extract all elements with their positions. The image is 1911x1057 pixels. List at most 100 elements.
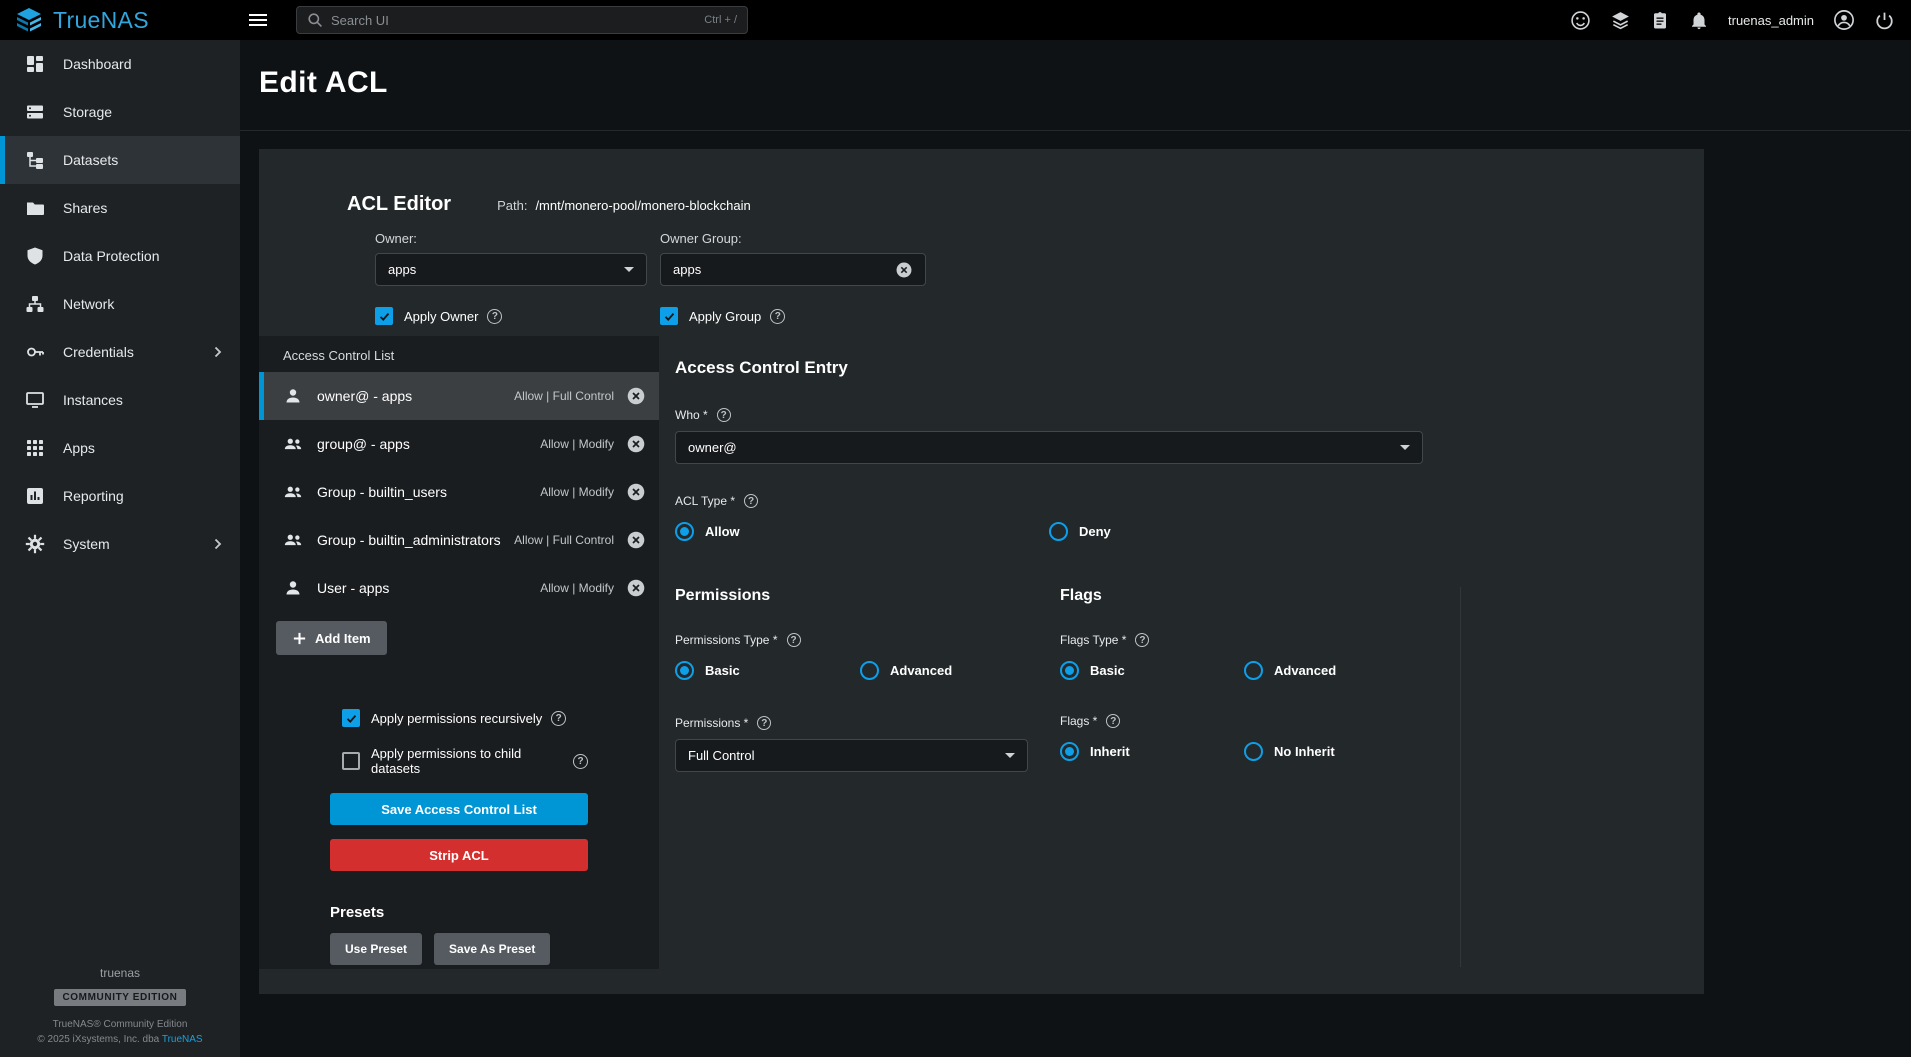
radio-unselected-icon (1244, 742, 1263, 761)
apply-group-checkbox[interactable]: Apply Group (660, 307, 926, 325)
permissions-type-label: Permissions Type * (675, 633, 1060, 647)
apply-recursively-checkbox[interactable]: Apply permissions recursively (342, 709, 588, 727)
truecommand-button[interactable] (1610, 10, 1631, 31)
sidebar-item-system[interactable]: System (0, 520, 240, 568)
help-icon[interactable] (551, 711, 566, 726)
dropdown-caret-icon (1400, 445, 1410, 450)
chevron-right-icon (214, 538, 222, 550)
group-icon (283, 434, 303, 454)
acl-type-radio-group: Allow Deny (675, 522, 1704, 541)
add-item-button[interactable]: Add Item (276, 621, 387, 655)
owner-select[interactable]: apps (375, 253, 647, 286)
menu-toggle-button[interactable] (248, 10, 268, 30)
sidebar-item-storage[interactable]: Storage (0, 88, 240, 136)
save-as-preset-button[interactable]: Save As Preset (434, 933, 550, 965)
path-label: Path: (497, 198, 527, 213)
sidebar-item-dashboard[interactable]: Dashboard (0, 40, 240, 88)
sidebar-item-label: Credentials (63, 344, 134, 360)
help-icon[interactable] (717, 408, 731, 422)
sidebar-item-credentials[interactable]: Credentials (0, 328, 240, 376)
search-icon (307, 12, 323, 28)
radio-permissions-advanced[interactable]: Advanced (860, 661, 952, 680)
feedback-button[interactable] (1570, 10, 1591, 31)
alerts-button[interactable] (1689, 10, 1709, 31)
help-icon[interactable] (770, 309, 785, 324)
acl-entry-row[interactable]: Group - builtin_users Allow | Modify (259, 468, 659, 516)
help-icon[interactable] (787, 633, 801, 647)
strip-acl-button[interactable]: Strip ACL (330, 839, 588, 871)
power-menu-button[interactable] (1874, 10, 1895, 31)
radio-label: Inherit (1090, 744, 1130, 759)
truenas-logo[interactable]: TrueNAS (0, 7, 240, 34)
remove-entry-icon[interactable] (626, 482, 646, 502)
folder-icon (24, 197, 46, 219)
access-control-entry-panel: Access Control Entry Who * owner@ ACL Ty… (659, 336, 1704, 969)
use-preset-button[interactable]: Use Preset (330, 933, 422, 965)
footer-brand-link[interactable]: TrueNAS (162, 1034, 203, 1045)
acl-entry-row[interactable]: Group - builtin_administrators Allow | F… (259, 516, 659, 564)
sidebar-item-apps[interactable]: Apps (0, 424, 240, 472)
permissions-section-title: Permissions (675, 587, 1060, 605)
edition-badge: COMMUNITY EDITION (54, 989, 185, 1006)
who-select[interactable]: owner@ (675, 431, 1423, 464)
clear-icon[interactable] (895, 261, 913, 279)
storage-icon (24, 101, 46, 123)
user-icon (283, 386, 303, 406)
sidebar-footer: truenas COMMUNITY EDITION TrueNAS® Commu… (0, 966, 240, 1057)
help-icon[interactable] (573, 754, 588, 769)
radio-flags-advanced[interactable]: Advanced (1244, 661, 1336, 680)
flags-radio-group: Inherit No Inherit (1060, 742, 1460, 761)
radio-label: Advanced (1274, 663, 1336, 678)
acl-entry-row[interactable]: User - apps Allow | Modify (259, 564, 659, 612)
radio-selected-icon (1060, 742, 1079, 761)
radio-flags-basic[interactable]: Basic (1060, 661, 1244, 680)
sidebar-item-shares[interactable]: Shares (0, 184, 240, 232)
copyright-text: © 2025 iXsystems, Inc. dba (37, 1034, 161, 1045)
help-icon[interactable] (757, 716, 771, 730)
apply-owner-checkbox[interactable]: Apply Owner (375, 307, 647, 325)
remove-entry-icon[interactable] (626, 434, 646, 454)
radio-label: Advanced (890, 663, 952, 678)
radio-permissions-basic[interactable]: Basic (675, 661, 860, 680)
help-icon[interactable] (1106, 714, 1120, 728)
field-label-text: Flags Type * (1060, 633, 1126, 647)
permissions-column: Permissions Permissions Type * Basic (675, 587, 1060, 772)
field-label-text: Permissions Type * (675, 633, 778, 647)
bar-chart-icon (24, 485, 46, 507)
who-value: owner@ (688, 440, 1400, 455)
radio-no-inherit[interactable]: No Inherit (1244, 742, 1335, 761)
radio-allow[interactable]: Allow (675, 522, 1049, 541)
sidebar-item-data-protection[interactable]: Data Protection (0, 232, 240, 280)
remove-entry-icon[interactable] (626, 530, 646, 550)
plus-icon (292, 631, 307, 646)
acl-editor-header: ACL Editor Path:/mnt/monero-pool/monero-… (259, 149, 1704, 336)
search-box[interactable]: Ctrl + / (296, 6, 748, 34)
jobs-button[interactable] (1650, 10, 1670, 31)
sidebar-item-instances[interactable]: Instances (0, 376, 240, 424)
apply-child-datasets-checkbox[interactable]: Apply permissions to child datasets (342, 746, 588, 776)
network-icon (24, 293, 46, 315)
flags-type-label: Flags Type * (1060, 633, 1460, 647)
search-input[interactable] (331, 13, 696, 28)
user-menu-button[interactable] (1833, 9, 1855, 31)
remove-entry-icon[interactable] (626, 386, 646, 406)
sidebar-item-reporting[interactable]: Reporting (0, 472, 240, 520)
acl-entry-row[interactable]: owner@ - apps Allow | Full Control (259, 372, 659, 420)
brand-name: TrueNAS (53, 7, 149, 34)
acl-entry-row[interactable]: group@ - apps Allow | Modify (259, 420, 659, 468)
save-acl-button[interactable]: Save Access Control List (330, 793, 588, 825)
radio-inherit[interactable]: Inherit (1060, 742, 1244, 761)
permissions-select[interactable]: Full Control (675, 739, 1028, 772)
owner-group-input[interactable]: apps (660, 253, 926, 286)
remove-entry-icon[interactable] (626, 578, 646, 598)
help-icon[interactable] (1135, 633, 1149, 647)
logged-in-user: truenas_admin (1728, 13, 1814, 28)
footer-copyright: © 2025 iXsystems, Inc. dba TrueNAS (37, 1034, 202, 1045)
radio-deny[interactable]: Deny (1049, 522, 1111, 541)
sidebar-item-network[interactable]: Network (0, 280, 240, 328)
help-icon[interactable] (744, 494, 758, 508)
truenas-logo-icon (14, 7, 44, 34)
power-icon (1874, 10, 1895, 31)
help-icon[interactable] (487, 309, 502, 324)
sidebar-item-datasets[interactable]: Datasets (0, 136, 240, 184)
